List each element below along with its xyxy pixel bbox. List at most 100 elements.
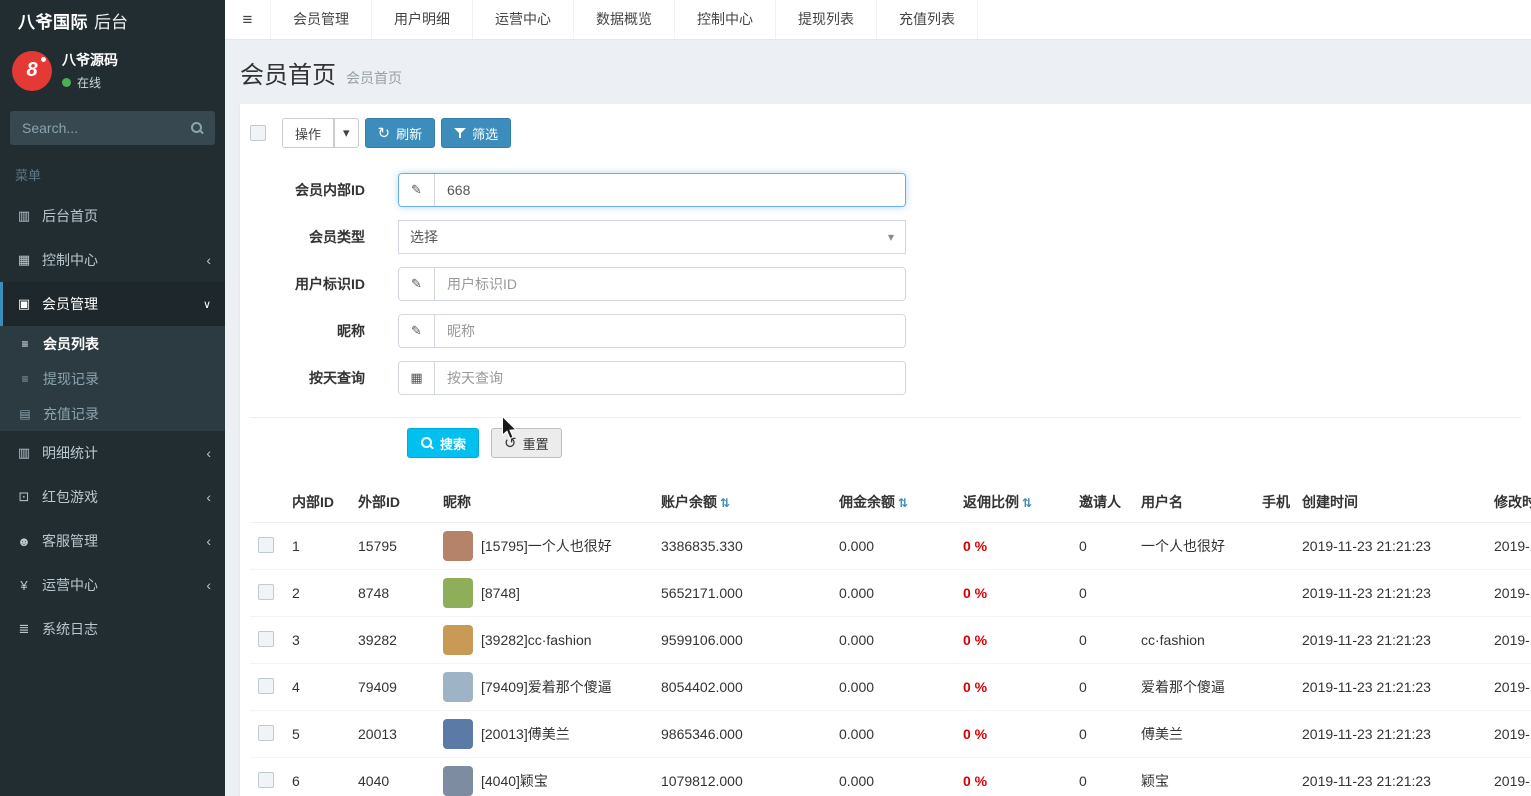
sidebar-toggle-button[interactable]: ≡ xyxy=(225,0,270,39)
topnav-item-3[interactable]: 运营中心 xyxy=(473,0,574,39)
cell-modified: 2019-11-23 21:21:23 xyxy=(1486,616,1531,664)
member-internal-id-input[interactable] xyxy=(435,174,905,206)
cell-commission: 0.000 xyxy=(831,569,955,617)
row-checkbox[interactable] xyxy=(258,583,274,600)
top-nav-tabs: 会员管理 用户明细 运营中心 数据概览 控制中心 提现列表 充值列表 xyxy=(270,0,978,39)
cell-rebate: 0 % xyxy=(955,569,1071,617)
filter-button[interactable]: 筛选 xyxy=(441,118,512,148)
action-dropdown-toggle[interactable]: ▾ xyxy=(334,118,359,148)
sidebar-item-1[interactable]: ▦ 控制中心 ‹ xyxy=(0,238,225,282)
search-submit-button[interactable]: 搜索 xyxy=(407,428,480,458)
checkbox-cell xyxy=(250,523,284,570)
checkbox-cell xyxy=(250,616,284,664)
cell-internal-id: 4 xyxy=(284,663,350,711)
cell-internal-id: 1 xyxy=(292,538,300,554)
sidebar-subitem-label: 充值记录 xyxy=(43,405,99,422)
column-header-label: 佣金余额 xyxy=(839,494,895,510)
user-meta: 八爷源码 在线 xyxy=(62,50,118,91)
toolbar: 操作 ▾ ↻ 刷新 筛选 xyxy=(250,116,1521,150)
refresh-button[interactable]: ↻ 刷新 xyxy=(364,118,436,148)
cell-commission: 0.000 xyxy=(831,710,955,758)
sidebar-subitem-0[interactable]: ≡ 会员列表 xyxy=(0,326,225,361)
sidebar-item-label: 后台首页 xyxy=(42,208,98,224)
cell-created: 2019-11-23 21:21:23 xyxy=(1294,663,1486,711)
cell-created: 2019-11-23 21:21:23 xyxy=(1294,710,1486,758)
user-identifier-input[interactable] xyxy=(435,268,905,300)
row-checkbox[interactable] xyxy=(258,677,274,694)
row-checkbox[interactable] xyxy=(258,536,274,553)
row-checkbox[interactable] xyxy=(258,630,274,647)
topnav-item-7[interactable]: 充值列表 xyxy=(877,0,978,39)
page-header: 会员首页 会员首页 xyxy=(225,40,1531,104)
topnav-item-4[interactable]: 数据概览 xyxy=(574,0,675,39)
row-checkbox[interactable] xyxy=(258,771,274,788)
column-header-label: 修改时间 xyxy=(1494,494,1531,510)
column-header-5[interactable]: 返佣比例 ⇅ xyxy=(955,482,1071,523)
topnav-item-2[interactable]: 用户明细 xyxy=(372,0,473,39)
cell-internal-id: 2 xyxy=(284,569,350,617)
rebate-value: 0 % xyxy=(963,585,988,601)
cell-username: 颖宝 xyxy=(1133,757,1254,796)
brand-logo[interactable]: 八爷国际 后台 xyxy=(0,0,225,40)
search-input[interactable] xyxy=(10,120,179,136)
action-button[interactable]: 操作 xyxy=(282,118,335,148)
sidebar: 8 八爷源码 在线 菜单 ▥ 后台首页 ▦ 控制中心 ‹ ▣ 会员管理 ∨ ≡ 会员列表 ≡ 提现记录… xyxy=(0,40,225,796)
nickname-input[interactable] xyxy=(435,315,905,347)
date-query-input[interactable] xyxy=(435,362,905,394)
cell-balance: 8054402.000 xyxy=(653,663,831,711)
cell-internal-id: 3 xyxy=(284,616,350,664)
cell-username: 一个人也很好 xyxy=(1141,538,1225,554)
row-checkbox[interactable] xyxy=(258,724,274,741)
sidebar-subitem-2[interactable]: ▤ 充值记录 xyxy=(0,396,225,431)
sidebar-item-6[interactable]: ¥ 运营中心 ‹ xyxy=(0,563,225,607)
topnav-item-6[interactable]: 提现列表 xyxy=(776,0,877,39)
sidebar-subitem-label: 会员列表 xyxy=(43,335,99,352)
cell-nickname: [39282]cc·fashion xyxy=(435,616,653,664)
member-nick: [4040]颖宝 xyxy=(443,766,645,796)
cell-nickname: [20013]傅美兰 xyxy=(435,710,653,758)
sidebar-subitem-1[interactable]: ≡ 提现记录 xyxy=(0,361,225,396)
avatar xyxy=(443,578,473,608)
filter-label: 用户标识ID xyxy=(295,276,365,292)
grid-icon: ▦ xyxy=(17,252,31,267)
search-button[interactable] xyxy=(179,111,215,145)
column-header-label: 邀请人 xyxy=(1079,494,1121,510)
sidebar-menu: ▥ 后台首页 ▦ 控制中心 ‹ ▣ 会员管理 ∨ ≡ 会员列表 ≡ 提现记录 ▤ 充值记录 ▥ 明细统计 ‹ ⊡ 红… xyxy=(0,194,225,651)
cell-phone xyxy=(1254,710,1294,758)
avatar-text: 8 xyxy=(26,59,38,81)
select-all-checkbox[interactable] xyxy=(250,125,266,141)
sort-icon[interactable]: ⇅ xyxy=(1022,496,1032,510)
cell-rebate: 0 % xyxy=(955,663,1071,711)
sort-icon[interactable]: ⇅ xyxy=(720,496,730,510)
sidebar-item-4[interactable]: ⊡ 红包游戏 ‹ xyxy=(0,475,225,519)
cell-rebate: 0 % xyxy=(955,757,1071,796)
column-header-4[interactable]: 佣金余额 ⇅ xyxy=(831,482,955,523)
topnav-item-1[interactable]: 会员管理 xyxy=(270,0,372,39)
cell-username xyxy=(1133,569,1254,617)
people-icon: ☻ xyxy=(17,533,31,549)
database-icon: ≣ xyxy=(18,621,30,636)
sidebar-item-5[interactable]: ☻ 客服管理 ‹ xyxy=(0,519,225,563)
action-button-group: 操作 ▾ xyxy=(282,118,359,148)
cell-created: 2019-11-23 21:21:23 xyxy=(1302,538,1431,554)
member-type-select[interactable]: 选择 ▾ xyxy=(398,220,906,254)
sidebar-item-3[interactable]: ▥ 明细统计 ‹ xyxy=(0,431,225,475)
topnav-item-5[interactable]: 控制中心 xyxy=(675,0,776,39)
cell-modified: 2019-11-23 21:21:23 xyxy=(1494,538,1531,554)
sidebar-item-0[interactable]: ▥ 后台首页 xyxy=(0,194,225,238)
column-header-9: 创建时间 xyxy=(1294,482,1486,523)
user-name: 八爷源码 xyxy=(62,52,118,68)
sort-icon[interactable]: ⇅ xyxy=(898,496,908,510)
sidebar-item-7[interactable]: ≣ 系统日志 xyxy=(0,607,225,651)
column-header-3[interactable]: 账户余额 ⇅ xyxy=(653,482,831,523)
cell-rebate: 0 % xyxy=(955,523,1071,570)
checkbox-cell xyxy=(250,663,284,711)
member-nick: [79409]爱着那个傻逼 xyxy=(443,672,645,702)
reset-button[interactable]: ↺ 重置 xyxy=(491,428,562,458)
cell-nickname: [15795]一个人也很好 xyxy=(435,523,653,570)
column-header-1: 外部ID xyxy=(350,482,435,523)
cell-balance: 9865346.000 xyxy=(653,710,831,758)
cell-external-id: 20013 xyxy=(350,710,435,758)
sidebar-item-2[interactable]: ▣ 会员管理 ∨ xyxy=(0,282,225,326)
chart-bar-icon: ▥ xyxy=(17,445,31,460)
